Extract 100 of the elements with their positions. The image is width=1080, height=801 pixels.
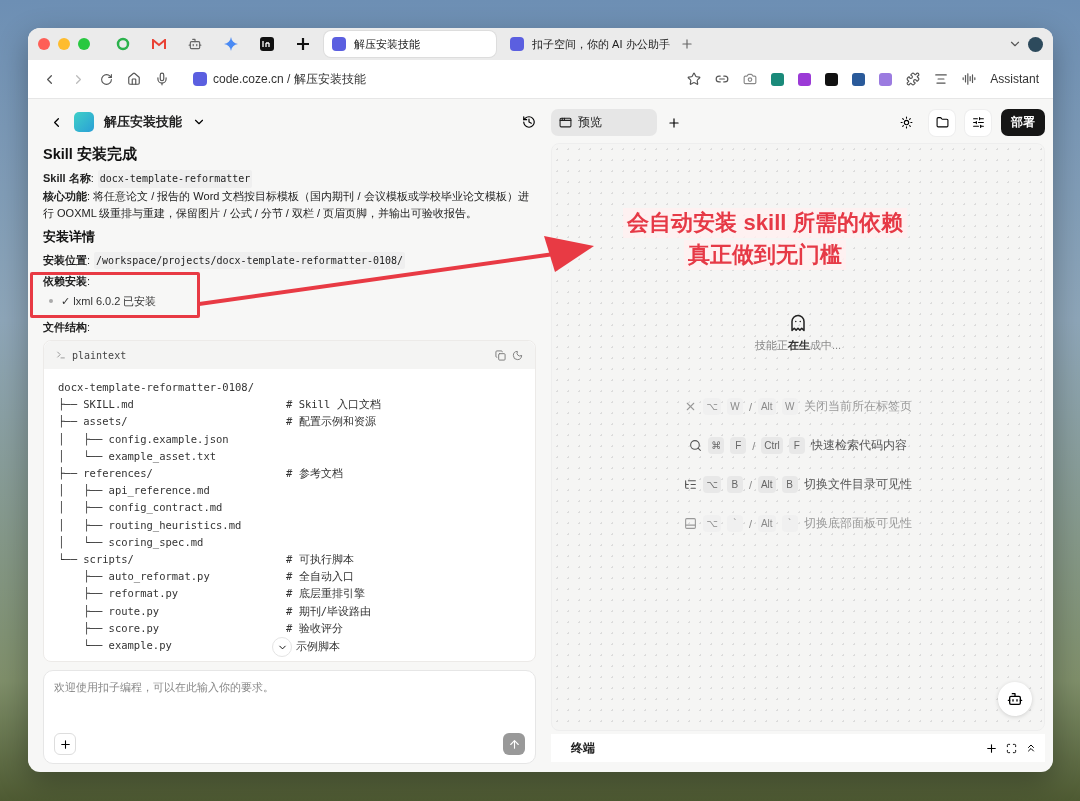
add-button[interactable]	[54, 733, 76, 755]
key-cap: W	[781, 398, 798, 415]
tab-favicon	[510, 37, 524, 51]
star-icon[interactable]	[687, 72, 702, 86]
shortcut-description: 快速检索代码内容	[810, 438, 907, 453]
message-input[interactable]: 欢迎使用扣子编程，可以在此输入你的要求。	[54, 681, 525, 693]
browser-tab[interactable]: 扣子空间，你的 AI 办公助手	[502, 31, 674, 57]
fullscreen-icon[interactable]	[1006, 742, 1017, 754]
search-icon	[689, 439, 703, 452]
history-icon[interactable]	[522, 115, 536, 129]
code-line: ├── reformat.py	[82, 586, 179, 602]
add-tab-icon[interactable]	[667, 115, 681, 130]
project-logo	[74, 112, 94, 132]
add-icon[interactable]	[985, 741, 998, 755]
tab-title: 解压安装技能	[354, 36, 420, 52]
code-comment: # 底层重排引擎	[286, 586, 365, 602]
close-dot[interactable]	[38, 38, 50, 50]
annotation-text: 真正做到无门槛	[684, 240, 846, 270]
extension-icon[interactable]	[825, 72, 839, 86]
robot-icon	[188, 37, 202, 51]
robot-icon	[1007, 691, 1023, 707]
panel-icon	[684, 517, 698, 530]
preview-tab[interactable]: 预览	[551, 109, 657, 136]
key-cap: ⌥	[703, 398, 721, 415]
field-label: Skill 名称:	[43, 171, 94, 186]
code-line: ├── route.py	[82, 603, 160, 620]
separator-slash: /	[752, 439, 756, 452]
extension-icon[interactable]	[852, 72, 866, 86]
camera-icon[interactable]	[743, 72, 758, 86]
list-icon	[684, 478, 698, 491]
settings-button[interactable]	[965, 109, 991, 136]
separator-slash: /	[748, 517, 752, 530]
code-line: ├── score.py	[82, 620, 160, 637]
key-cap: F	[788, 437, 805, 454]
assistant-button[interactable]: Assistant	[990, 72, 1039, 86]
code-line: │ ├── config.example.json	[58, 431, 229, 448]
send-button[interactable]	[503, 733, 525, 755]
terminal-icon	[56, 350, 66, 360]
menu-icon[interactable]	[934, 72, 949, 86]
code-comment: # Skill 入口文档	[286, 397, 381, 413]
folder-button[interactable]	[929, 109, 955, 136]
window-icon	[559, 116, 572, 129]
plus-icon	[58, 737, 72, 751]
reload-icon[interactable]	[100, 72, 113, 86]
settings-icon	[971, 116, 985, 129]
tab-favicon	[332, 37, 346, 51]
shortcut-description: 切换文件目录可见性	[803, 477, 912, 492]
code-line: │ └── scoring_spec.md	[58, 534, 204, 551]
code-line: │ ├── config_contract.md	[58, 500, 223, 516]
microphone-icon[interactable]	[155, 72, 169, 86]
code-comment: # 验收评分	[286, 620, 343, 636]
copy-icon[interactable]	[495, 349, 506, 361]
core-function-text: 核心功能: 将任意论文 / 报告的 Word 文档按目标模板（国内期刊 / 会议模板或学校毕业论文模板）进行 OOXML 级重排与重建，保留图片 / 公式 / 分节 / 双栏 / 页眉页脚，并输出可验收报告。	[43, 188, 530, 221]
minimize-dot[interactable]	[58, 38, 70, 50]
section-heading: 安装详情	[43, 227, 96, 246]
home-icon[interactable]	[127, 72, 141, 86]
separator-slash: /	[748, 478, 752, 491]
code-line: ├── SKILL.md	[58, 397, 134, 413]
field-label: 依赖安装:	[43, 274, 91, 289]
app-icon	[260, 37, 274, 51]
code-comment: # 可执行脚本	[286, 552, 354, 568]
code-line: └── example.py	[82, 638, 172, 654]
project-name[interactable]: 解压安装技能	[104, 113, 182, 131]
key-cap: ⌥	[703, 476, 721, 493]
moon-icon[interactable]	[512, 349, 523, 361]
key-cap: B	[781, 476, 798, 493]
field-label: 文件结构:	[43, 319, 91, 335]
puzzle-icon[interactable]	[906, 72, 921, 86]
folder-icon	[935, 116, 949, 129]
sun-icon	[899, 116, 913, 129]
assistant-fab[interactable]	[998, 682, 1032, 716]
bullet-dot	[49, 298, 53, 303]
url-text[interactable]: code.coze.cn / 解压安装技能	[213, 70, 366, 88]
annotation-text: 会自动安装 skill 所需的依赖	[623, 208, 907, 238]
maximize-dot[interactable]	[78, 38, 90, 50]
profile-avatar[interactable]	[1028, 36, 1043, 52]
browser-tab[interactable]: 解压安装技能	[324, 31, 496, 57]
deploy-button[interactable]: 部署	[1001, 109, 1045, 136]
separator-slash: /	[748, 400, 752, 413]
install-path: /workspace/projects/docx-template-reformatter-0108/	[94, 251, 406, 269]
field-label: 安装位置:	[43, 252, 91, 268]
code-line: └── scripts/	[58, 552, 134, 568]
link-icon[interactable]	[715, 72, 730, 86]
key-cap: B	[726, 476, 743, 493]
code-comment: # 期刊/毕设路由	[286, 603, 371, 619]
key-cap: Alt	[757, 515, 776, 532]
expand-icon[interactable]	[1025, 742, 1037, 754]
sparkle-icon	[224, 37, 238, 51]
audio-icon[interactable]	[962, 72, 977, 86]
site-favicon	[193, 72, 207, 86]
ghost-icon	[789, 314, 807, 332]
shortcut-description: 关闭当前所在标签页	[803, 399, 912, 414]
code-line: │ ├── api_reference.md	[58, 483, 210, 499]
code-line: │ └── example_asset.txt	[58, 448, 217, 465]
arrow-up-icon	[507, 737, 521, 751]
terminal-label[interactable]: 终端	[571, 739, 977, 757]
key-cap: ⌥	[703, 515, 721, 532]
ring-icon	[116, 37, 130, 51]
code-line: ├── assets/	[58, 414, 128, 430]
code-comment: # 参考文档	[286, 466, 343, 481]
